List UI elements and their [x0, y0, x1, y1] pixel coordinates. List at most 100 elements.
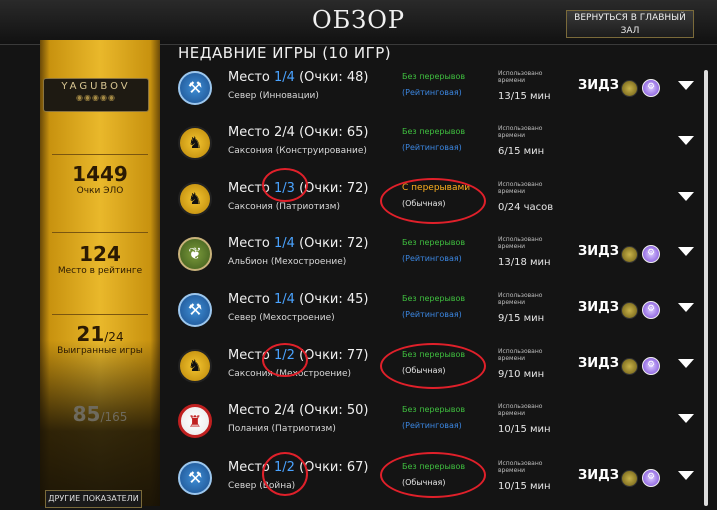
game-row[interactable]: ⚒ Место 1/4 (Очки: 48) Север (Инновации) Бе… — [170, 60, 700, 118]
horse-icon: ♞ — [178, 126, 212, 160]
purple-gem-icon: ⚙ — [642, 357, 660, 375]
extra-stat: 85/165 — [40, 402, 160, 426]
game-score: (Очки: 45) — [299, 292, 369, 307]
place-prefix: Место — [228, 70, 270, 85]
time-used-label: Использовано времени — [498, 403, 543, 417]
expand-arrow-icon[interactable] — [678, 359, 694, 368]
hammer-icon: ⚒ — [178, 461, 212, 495]
horse-icon: ♞ — [178, 182, 212, 216]
game-place: Место 1/3 (Очки: 72) — [228, 181, 369, 196]
purple-gem-icon: ⚙ — [642, 245, 660, 263]
game-mode: Без перерывов — [402, 294, 466, 303]
expand-arrow-icon[interactable] — [678, 471, 694, 480]
game-time: 0/24 часов — [498, 202, 554, 213]
purple-gem-icon: ⚙ — [642, 79, 660, 97]
wins-total: /24 — [104, 330, 124, 344]
time-used-label: Использовано времени — [498, 70, 543, 84]
game-mode: Без перерывов — [402, 72, 466, 81]
game-region: Саксония (Патриотизм) — [228, 202, 340, 212]
game-row[interactable]: ♜ Место 2/4 (Очки: 50) Полания (Патриотизм… — [170, 393, 700, 451]
game-type: (Обычная) — [402, 366, 446, 375]
game-mode: Без перерывов — [402, 238, 466, 247]
game-type: (Рейтинговая) — [402, 88, 462, 97]
opponent-name: ЗИДЗ — [578, 244, 619, 259]
time-used-label: Использовано времени — [498, 181, 543, 195]
place-value: 1/3 — [274, 181, 295, 196]
place-prefix: Место — [228, 125, 270, 140]
place-prefix: Место — [228, 181, 270, 196]
coin-icon — [621, 358, 638, 375]
top-bar: ОБЗОР ВЕРНУТЬСЯ В ГЛАВНЫЙ ЗАЛ — [0, 0, 717, 45]
extra-total: /165 — [100, 410, 128, 424]
game-row[interactable]: ♞ Место 1/3 (Очки: 72) Саксония (Патриотиз… — [170, 171, 700, 229]
coin-icon — [621, 246, 638, 263]
game-mode: Без перерывов — [402, 405, 466, 414]
game-mode: Без перерывов — [402, 350, 466, 359]
game-place: Место 1/2 (Очки: 67) — [228, 460, 369, 475]
opponent-name: ЗИДЗ — [578, 468, 619, 483]
divider — [52, 154, 148, 155]
purple-gem-icon: ⚙ — [642, 301, 660, 319]
game-region: Полания (Патриотизм) — [228, 424, 336, 434]
game-time: 10/15 мин — [498, 481, 551, 492]
place-prefix: Место — [228, 292, 270, 307]
back-to-main-hall-button[interactable]: ВЕРНУТЬСЯ В ГЛАВНЫЙ ЗАЛ — [566, 10, 694, 38]
coin-icon — [621, 302, 638, 319]
game-region: Альбион (Мехостроение) — [228, 257, 347, 267]
place-value: 1/2 — [274, 348, 295, 363]
rank-pips-icon: ◉◉◉◉◉ — [76, 93, 116, 102]
game-type: (Рейтинговая) — [402, 421, 462, 430]
more-stats-button[interactable]: ДРУГИЕ ПОКАЗАТЕЛИ — [45, 490, 142, 508]
expand-arrow-icon[interactable] — [678, 192, 694, 201]
place-value: 1/2 — [274, 460, 295, 475]
player-name: YAGUBOV — [61, 81, 131, 92]
expand-arrow-icon[interactable] — [678, 81, 694, 90]
game-row[interactable]: ♞ Место 1/2 (Очки: 77) Саксония (Мехострое… — [170, 338, 700, 396]
hammer-icon: ⚒ — [178, 71, 212, 105]
time-used-label: Использовано времени — [498, 460, 543, 474]
expand-arrow-icon[interactable] — [678, 414, 694, 423]
player-name-plate: YAGUBOV ◉◉◉◉◉ — [43, 78, 149, 112]
game-place: Место 2/4 (Очки: 65) — [228, 125, 369, 140]
wins-label: Выигранные игры — [57, 346, 143, 356]
scrollbar[interactable] — [704, 70, 708, 506]
wins-value: 21 — [76, 322, 105, 346]
divider — [52, 314, 148, 315]
rank-stat: 124 Место в рейтинге — [40, 242, 160, 276]
game-score: (Очки: 48) — [299, 70, 369, 85]
time-used-label: Использовано времени — [498, 292, 543, 306]
elo-value: 1449 — [72, 162, 128, 186]
time-used-label: Использовано времени — [498, 348, 543, 362]
place-prefix: Место — [228, 403, 270, 418]
game-time: 9/15 мин — [498, 313, 545, 324]
place-value: 1/4 — [274, 236, 295, 251]
game-region: Север (Война) — [228, 481, 296, 491]
game-row[interactable]: ⚒ Место 1/2 (Очки: 67) Север (Война) Без пе… — [170, 450, 700, 508]
game-row[interactable]: ⚒ Место 1/4 (Очки: 45) Север (Мехостроение… — [170, 282, 700, 340]
extra-value: 85 — [72, 402, 101, 426]
time-used-label: Использовано времени — [498, 236, 543, 250]
expand-arrow-icon[interactable] — [678, 303, 694, 312]
game-time: 10/15 мин — [498, 424, 551, 435]
rank-value: 124 — [79, 242, 121, 266]
expand-arrow-icon[interactable] — [678, 136, 694, 145]
game-row[interactable]: ♞ Место 2/4 (Очки: 65) Саксония (Конструир… — [170, 115, 700, 173]
game-region: Саксония (Мехостроение) — [228, 369, 352, 379]
opponent-name: ЗИДЗ — [578, 78, 619, 93]
game-time: 13/15 мин — [498, 91, 551, 102]
coin-icon — [621, 80, 638, 97]
place-value: 1/4 — [274, 70, 295, 85]
bear-red-icon: ♜ — [178, 404, 212, 438]
game-place: Место 1/4 (Очки: 72) — [228, 236, 369, 251]
wins-stat: 21/24 Выигранные игры — [40, 322, 160, 356]
expand-arrow-icon[interactable] — [678, 247, 694, 256]
place-value: 2/4 — [274, 403, 295, 418]
place-prefix: Место — [228, 236, 270, 251]
hammer-icon: ⚒ — [178, 293, 212, 327]
game-type: (Рейтинговая) — [402, 143, 462, 152]
time-used-label: Использовано времени — [498, 125, 543, 139]
game-row[interactable]: ❦ Место 1/4 (Очки: 72) Альбион (Мехостроен… — [170, 226, 700, 284]
elo-label: Очки ЭЛО — [76, 186, 124, 196]
game-type: (Рейтинговая) — [402, 310, 462, 319]
game-mode: Без перерывов — [402, 462, 466, 471]
